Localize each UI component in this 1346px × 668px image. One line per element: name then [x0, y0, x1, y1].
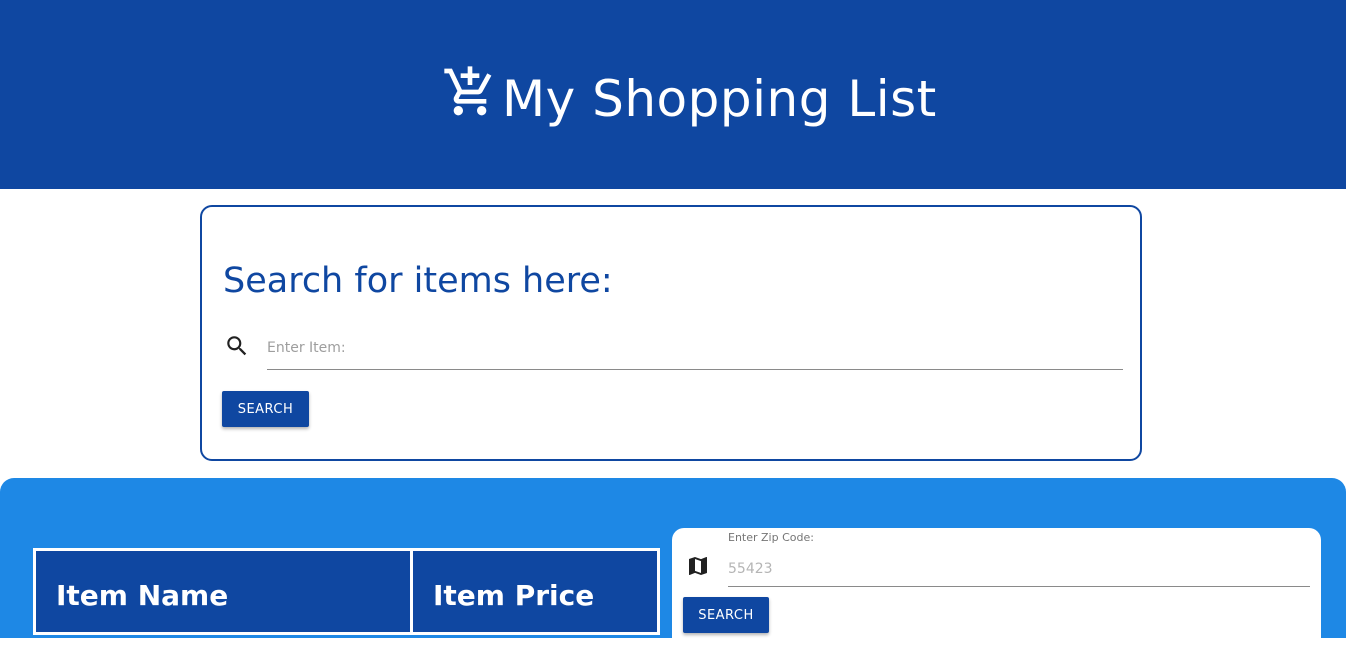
search-icon — [227, 336, 247, 356]
page-title: My Shopping List — [502, 70, 937, 128]
column-header-item-name: Item Name — [33, 548, 413, 635]
zip-code-input[interactable] — [728, 552, 1310, 587]
column-header-item-price: Item Price — [410, 548, 660, 635]
search-input[interactable] — [267, 331, 1123, 370]
zip-search-button[interactable]: SEARCH — [683, 597, 769, 633]
items-table: Item Name Item Price — [33, 548, 660, 635]
map-icon — [689, 557, 707, 575]
table-header-row: Item Name Item Price — [33, 548, 660, 635]
header-brand: My Shopping List — [442, 60, 937, 128]
search-button[interactable]: SEARCH — [222, 391, 309, 427]
app-header: My Shopping List — [0, 0, 1346, 189]
shopping-list-panel: Item Name Item Price Enter Zip Code: SEA… — [0, 478, 1346, 668]
zip-code-label: Enter Zip Code: — [728, 531, 814, 544]
zip-code-card: Enter Zip Code: SEARCH — [672, 528, 1321, 668]
add-shopping-cart-icon — [444, 66, 492, 116]
search-card: Search for items here: SEARCH — [200, 205, 1142, 461]
search-heading: Search for items here: — [223, 261, 613, 301]
